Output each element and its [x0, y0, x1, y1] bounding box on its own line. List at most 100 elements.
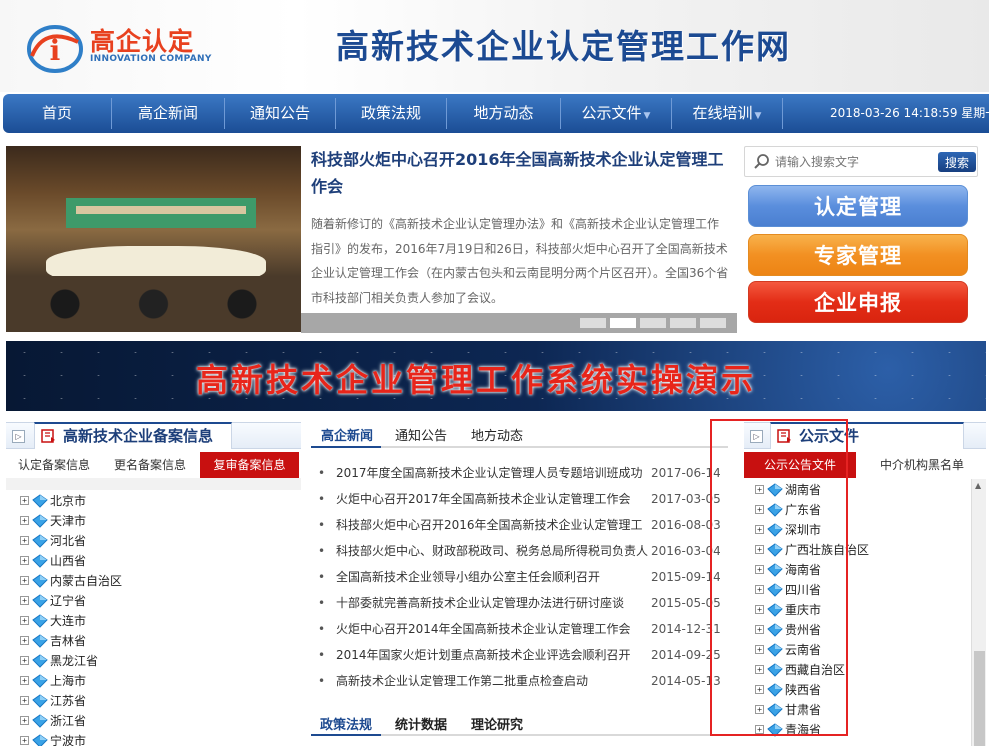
- diamond-icon: [32, 574, 48, 588]
- nav-datetime: 2018-03-26 14:18:59 星期一: [830, 106, 989, 120]
- tab-policies[interactable]: 政策法规: [320, 714, 372, 733]
- chevron-down-icon: ▼: [754, 111, 762, 121]
- policy-tabs: 政策法规 统计数据 理论研究: [311, 710, 728, 736]
- expand-plus-icon[interactable]: +: [20, 576, 29, 585]
- news-list-item[interactable]: • 火炬中心召开2017年全国高新技术企业认定管理工作会 2017-03-05: [318, 489, 720, 509]
- tab-local-news[interactable]: 地方动态: [471, 425, 523, 444]
- expand-plus-icon[interactable]: +: [20, 616, 29, 625]
- diamond-icon: [32, 514, 48, 528]
- diamond-icon: [32, 494, 48, 508]
- collapse-toggle-icon[interactable]: ▷: [12, 430, 25, 443]
- tree-item-label: 辽宁省: [50, 594, 87, 608]
- search-button[interactable]: 搜索: [938, 152, 976, 172]
- news-list-item[interactable]: • 科技部火炬中心、财政部税政司、税务总局所得税司负责人 2016-03-04: [318, 541, 720, 561]
- bullet-icon: •: [318, 596, 326, 610]
- diamond-icon: [32, 714, 48, 728]
- left-panel-header: ▷ 高新技术企业备案信息: [6, 422, 301, 449]
- expert-management-button[interactable]: 专家管理: [748, 234, 968, 276]
- tree-item-label: 河北省: [50, 534, 87, 548]
- logo-mark-icon: i: [27, 25, 83, 73]
- nav-item-notices[interactable]: 通知公告: [225, 94, 335, 133]
- search-input[interactable]: [775, 152, 935, 172]
- tree-item-label: 宁波市: [50, 734, 87, 746]
- chevron-down-icon: ▼: [643, 111, 651, 121]
- expand-plus-icon[interactable]: +: [20, 676, 29, 685]
- news-title[interactable]: 科技部火炬中心召开2016年全国高新技术企业认定管理工: [336, 515, 650, 535]
- bullet-icon: •: [318, 570, 326, 584]
- news-title[interactable]: 火炬中心召开2017年全国高新技术企业认定管理工作会: [336, 489, 650, 509]
- expand-plus-icon[interactable]: +: [20, 496, 29, 505]
- news-list-item[interactable]: • 2017年度全国高新技术企业认定管理人员专题培训班成功 2017-06-14: [318, 463, 720, 483]
- news-list-item[interactable]: • 高新技术企业认定管理工作第二批重点检查启动 2014-05-13: [318, 671, 720, 691]
- diamond-icon: [32, 674, 48, 688]
- site-header: i 高企认定 INNOVATION COMPANY 高新技术企业认定管理工作网: [0, 0, 989, 92]
- slide-dot[interactable]: [700, 318, 726, 328]
- main-nav: 首页 高企新闻 通知公告 政策法规 地方动态 公示文件 ▼ 在线培训 ▼ 2018-…: [3, 94, 989, 133]
- subtab-certification-records[interactable]: 认定备案信息: [6, 452, 102, 478]
- expand-plus-icon[interactable]: +: [20, 516, 29, 525]
- right-panel-scrollbar[interactable]: ▲: [971, 479, 986, 746]
- scrollbar-thumb[interactable]: [974, 651, 985, 746]
- nav-item-news[interactable]: 高企新闻: [112, 94, 224, 133]
- expand-plus-icon[interactable]: +: [20, 696, 29, 705]
- certification-management-button[interactable]: 认定管理: [748, 185, 968, 227]
- expand-plus-icon[interactable]: +: [20, 656, 29, 665]
- tab-company-news[interactable]: 高企新闻: [321, 425, 373, 444]
- nav-item-public-docs[interactable]: 公示文件 ▼: [561, 94, 671, 133]
- news-list-item[interactable]: • 火炬中心召开2014年全国高新技术企业认定管理工作会 2014-12-31: [318, 619, 720, 639]
- slide-dot[interactable]: [670, 318, 696, 328]
- tab-research[interactable]: 理论研究: [471, 714, 523, 733]
- search-icon: [754, 154, 769, 169]
- diamond-icon: [32, 734, 48, 746]
- subtab-rename-records[interactable]: 更名备案信息: [102, 452, 198, 478]
- tree-item-label: 内蒙古自治区: [50, 574, 123, 588]
- news-title[interactable]: 2014年国家火炬计划重点高新技术企业评选会顺利召开: [336, 645, 650, 665]
- logo-subtext: INNOVATION COMPANY: [90, 54, 212, 64]
- slide-dot-active[interactable]: [610, 318, 636, 328]
- subtab-agency-blacklist[interactable]: 中介机构黑名单: [858, 452, 986, 478]
- diamond-icon: [32, 634, 48, 648]
- news-list-item[interactable]: • 科技部火炬中心召开2016年全国高新技术企业认定管理工 2016-08-03: [318, 515, 720, 535]
- news-list-item[interactable]: • 全国高新技术企业领导小组办公室主任会顺利召开 2015-09-14: [318, 567, 720, 587]
- news-title[interactable]: 火炬中心召开2014年全国高新技术企业认定管理工作会: [336, 619, 650, 639]
- tree-item-label: 北京市: [50, 494, 87, 508]
- bullet-icon: •: [318, 674, 326, 688]
- tab-statistics[interactable]: 统计数据: [395, 714, 447, 733]
- tree-item-label: 天津市: [50, 514, 87, 528]
- tree-item-label: 江苏省: [50, 694, 87, 708]
- tree-item-label: 浙江省: [50, 714, 87, 728]
- nav-item-local[interactable]: 地方动态: [447, 94, 560, 133]
- news-title[interactable]: 十部委就完善高新技术企业认定管理办法进行研讨座谈: [336, 593, 650, 613]
- news-title[interactable]: 2017年度全国高新技术企业认定管理人员专题培训班成功: [336, 463, 650, 483]
- slide-title[interactable]: 科技部火炬中心召开2016年全国高新技术企业认定管理工作会: [311, 146, 731, 200]
- subtab-review-records[interactable]: 复审备案信息: [200, 452, 299, 478]
- nav-item-home[interactable]: 首页: [3, 94, 111, 133]
- news-title[interactable]: 科技部火炬中心、财政部税政司、税务总局所得税司负责人: [336, 541, 650, 561]
- scroll-up-icon[interactable]: ▲: [975, 481, 981, 490]
- tab-notices[interactable]: 通知公告: [395, 425, 447, 444]
- slide-photo[interactable]: [6, 146, 301, 332]
- expand-plus-icon[interactable]: +: [20, 536, 29, 545]
- news-title[interactable]: 全国高新技术企业领导小组办公室主任会顺利召开: [336, 567, 650, 587]
- diamond-icon: [32, 614, 48, 628]
- expand-plus-icon[interactable]: +: [20, 556, 29, 565]
- news-list-item[interactable]: • 十部委就完善高新技术企业认定管理办法进行研讨座谈 2015-05-05: [318, 593, 720, 613]
- search-box: 搜索: [744, 146, 978, 177]
- expand-plus-icon[interactable]: +: [20, 736, 29, 745]
- site-logo[interactable]: i 高企认定 INNOVATION COMPANY: [24, 12, 224, 73]
- nav-item-policy[interactable]: 政策法规: [336, 94, 446, 133]
- banner-title: 高新技术企业管理工作系统实操演示: [196, 361, 757, 399]
- slide-dot[interactable]: [640, 318, 666, 328]
- demo-banner[interactable]: 高新技术企业管理工作系统实操演示: [6, 341, 986, 411]
- slide-dot[interactable]: [580, 318, 606, 328]
- expand-plus-icon[interactable]: +: [20, 636, 29, 645]
- news-title[interactable]: 高新技术企业认定管理工作第二批重点检查启动: [336, 671, 650, 691]
- logo-text: 高企认定: [90, 27, 195, 56]
- diamond-icon: [32, 534, 48, 548]
- site-title: 高新技术企业认定管理工作网: [336, 27, 791, 66]
- news-list-item[interactable]: • 2014年国家火炬计划重点高新技术企业评选会顺利召开 2014-09-25: [318, 645, 720, 665]
- nav-item-training[interactable]: 在线培训 ▼: [672, 94, 782, 133]
- expand-plus-icon[interactable]: +: [20, 596, 29, 605]
- expand-plus-icon[interactable]: +: [20, 716, 29, 725]
- enterprise-application-button[interactable]: 企业申报: [748, 281, 968, 323]
